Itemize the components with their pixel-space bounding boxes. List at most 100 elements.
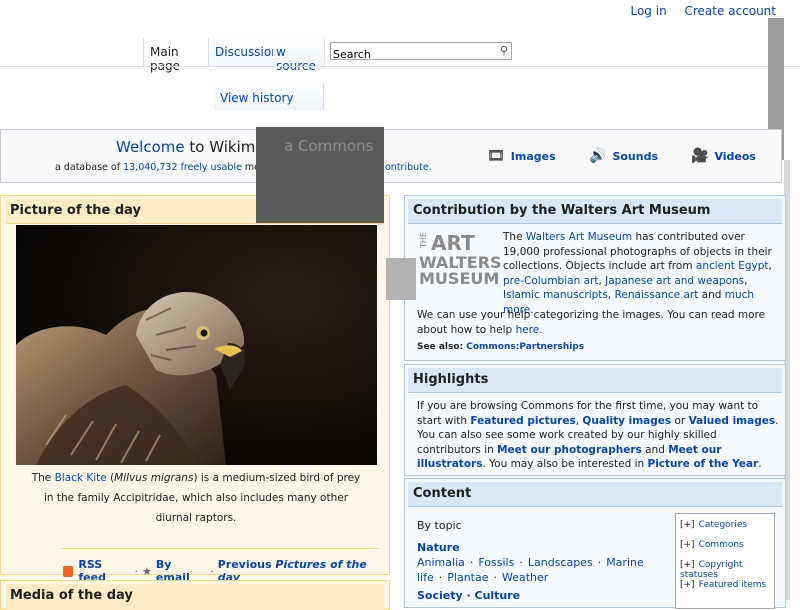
welcome-title-text: to Wikime — [184, 138, 265, 156]
create-account-link[interactable]: Create account — [685, 4, 777, 18]
picture-of-the-day-box: Picture of the day The Black Kite (Milvu… — [0, 195, 390, 584]
sounds-link[interactable]: 🔊 Sounds — [589, 148, 658, 164]
motd-header: Media of the day — [6, 584, 384, 610]
walters-museum-link[interactable]: Walters Art Museum — [526, 231, 632, 243]
contribute-link[interactable]: ontribute. — [385, 162, 432, 173]
separator: · — [597, 556, 602, 569]
subtopic-plantae[interactable]: Plantae — [447, 571, 488, 584]
highlights-text: If you are browsing Commons for the firs… — [417, 400, 779, 471]
videos-label: Videos — [714, 149, 756, 163]
previous-prefix: Previous — [217, 558, 276, 571]
category-label[interactable]: Commons — [699, 540, 744, 550]
category-tree: [+] Categories [+] Commons [+] Copyright st… — [675, 513, 775, 609]
search-icon[interactable]: ⚲ — [500, 44, 508, 57]
logo-art: ART — [431, 231, 475, 255]
see-also-label: See also: — [417, 342, 467, 352]
welcome-title-tail: a Commons — [284, 137, 374, 155]
ancient-egypt-link[interactable]: ancient Egypt — [696, 260, 769, 272]
separator: · — [519, 556, 523, 569]
partnerships-link[interactable]: Commons:Partnerships — [466, 342, 584, 352]
potd-heading: Picture of the day — [10, 203, 141, 218]
render-artifact-block: a Commons — [256, 127, 384, 223]
speaker-icon: 🔊 — [589, 148, 607, 164]
tab-discussion[interactable]: Discussion — [209, 38, 279, 66]
category-item[interactable]: [+] Categories — [680, 520, 747, 530]
subtopic-landscapes[interactable]: Landscapes — [528, 556, 593, 569]
featured-pictures-link[interactable]: Featured pictures — [470, 415, 575, 427]
subtopic-fossils[interactable]: Fossils — [478, 556, 514, 569]
category-label[interactable]: Featured items — [699, 580, 767, 590]
content-box: Content By topic Nature Animalia · Fossils… — [404, 478, 786, 609]
file-count-link[interactable]: 13,040,732 — [123, 162, 177, 173]
search-box: ⚲ — [330, 42, 512, 63]
welcome-sub-prefix: a database of — [55, 162, 124, 173]
walters-help-text: We can use your help categorizing the im… — [417, 309, 766, 336]
tab-view-history[interactable]: View history — [214, 84, 324, 110]
tab-view-source[interactable]: w source — [273, 38, 325, 73]
expand-toggle[interactable]: [+] — [680, 560, 695, 570]
potd-divider — [61, 548, 379, 549]
content-heading: Content — [413, 486, 472, 501]
nature-link[interactable]: Nature — [417, 541, 460, 554]
freely-usable-link[interactable]: freely usable — [181, 162, 242, 173]
welcome-banner: Welcome to Wikime a database of 13,040,7… — [0, 129, 782, 183]
help-text: We can use your help categorizing the im… — [417, 309, 766, 336]
welcome-link[interactable]: Welcome — [116, 138, 185, 156]
media-of-the-day-box: Media of the day — [0, 580, 390, 610]
potd-caption: The Black Kite (Milvus migrans) is a med… — [31, 468, 361, 528]
walters-heading: Contribution by the Walters Art Museum — [413, 203, 711, 218]
expand-toggle[interactable]: [+] — [680, 580, 695, 590]
images-link[interactable]: 🎞 Images — [487, 148, 556, 164]
separator: · — [134, 564, 139, 578]
see-also: See also: Commons:Partnerships — [417, 342, 584, 352]
subtopic-weather[interactable]: Weather — [502, 571, 548, 584]
by-topic-label: By topic — [417, 519, 462, 532]
videos-link[interactable]: 🎥 Videos — [691, 148, 756, 164]
render-artifact-block — [386, 258, 416, 300]
logo-the: THE — [419, 232, 428, 249]
picture-of-the-year-link[interactable]: Picture of the Year — [648, 458, 759, 470]
renaissance-art-link[interactable]: Renaissance art — [615, 289, 699, 301]
email-icon: ★ — [142, 564, 152, 578]
category-item[interactable]: [+] Featured items — [680, 580, 766, 590]
sounds-label: Sounds — [612, 149, 659, 163]
separator: · — [210, 564, 214, 578]
content-header: Content — [408, 482, 782, 507]
search-input[interactable] — [331, 46, 483, 63]
images-label: Images — [510, 149, 556, 163]
expand-toggle[interactable]: [+] — [680, 520, 695, 530]
japanese-art-link[interactable]: Japanese art and weapons — [605, 275, 744, 287]
highlights-heading: Highlights — [413, 372, 489, 387]
and-text: and — [698, 289, 725, 302]
welcome-title: Welcome to Wikime — [116, 138, 265, 156]
highlights-header: Highlights — [408, 368, 782, 393]
film-reel-icon: 🎥 — [691, 148, 709, 164]
help-here-link[interactable]: here — [516, 324, 540, 336]
society-culture-link[interactable]: Society · Culture — [417, 589, 520, 602]
meet-photographers-link[interactable]: Meet our photographers — [497, 444, 642, 456]
category-label[interactable]: Categories — [699, 520, 748, 530]
walters-header: Contribution by the Walters Art Museum — [408, 199, 782, 224]
pre-columbian-link[interactable]: pre-Columbian art — [503, 275, 598, 287]
highlights-and: and — [641, 443, 669, 456]
expand-toggle[interactable]: [+] — [680, 540, 695, 550]
film-strip-icon: 🎞 — [487, 148, 505, 164]
subtopic-animalia[interactable]: Animalia — [417, 556, 465, 569]
black-kite-link[interactable]: Black Kite — [55, 472, 107, 484]
category-item[interactable]: [+] Copyright statuses — [680, 560, 774, 580]
black-kite-image[interactable] — [16, 225, 377, 465]
walters-the: The — [503, 231, 526, 243]
nature-subtopics: Animalia · Fossils · Landscapes · Marine life ·… — [417, 555, 669, 585]
walters-logo[interactable]: THE ART WALTERS MUSEUM — [417, 230, 502, 288]
quality-images-link[interactable]: Quality images — [582, 415, 671, 427]
login-link[interactable]: Log in — [630, 4, 666, 18]
walters-description: The Walters Art Museum has contributed o… — [503, 231, 772, 316]
islamic-manuscripts-link[interactable]: Islamic manuscripts — [503, 289, 608, 301]
category-item[interactable]: [+] Commons — [680, 540, 744, 550]
highlights-box: Highlights If you are browsing Commons f… — [404, 364, 786, 476]
rss-icon — [63, 565, 74, 577]
tab-main-page[interactable]: Main page — [143, 38, 209, 73]
species-name: Milvus migrans — [114, 472, 194, 484]
highlights-t4: . — [758, 458, 762, 471]
valued-images-link[interactable]: Valued images — [689, 415, 776, 427]
